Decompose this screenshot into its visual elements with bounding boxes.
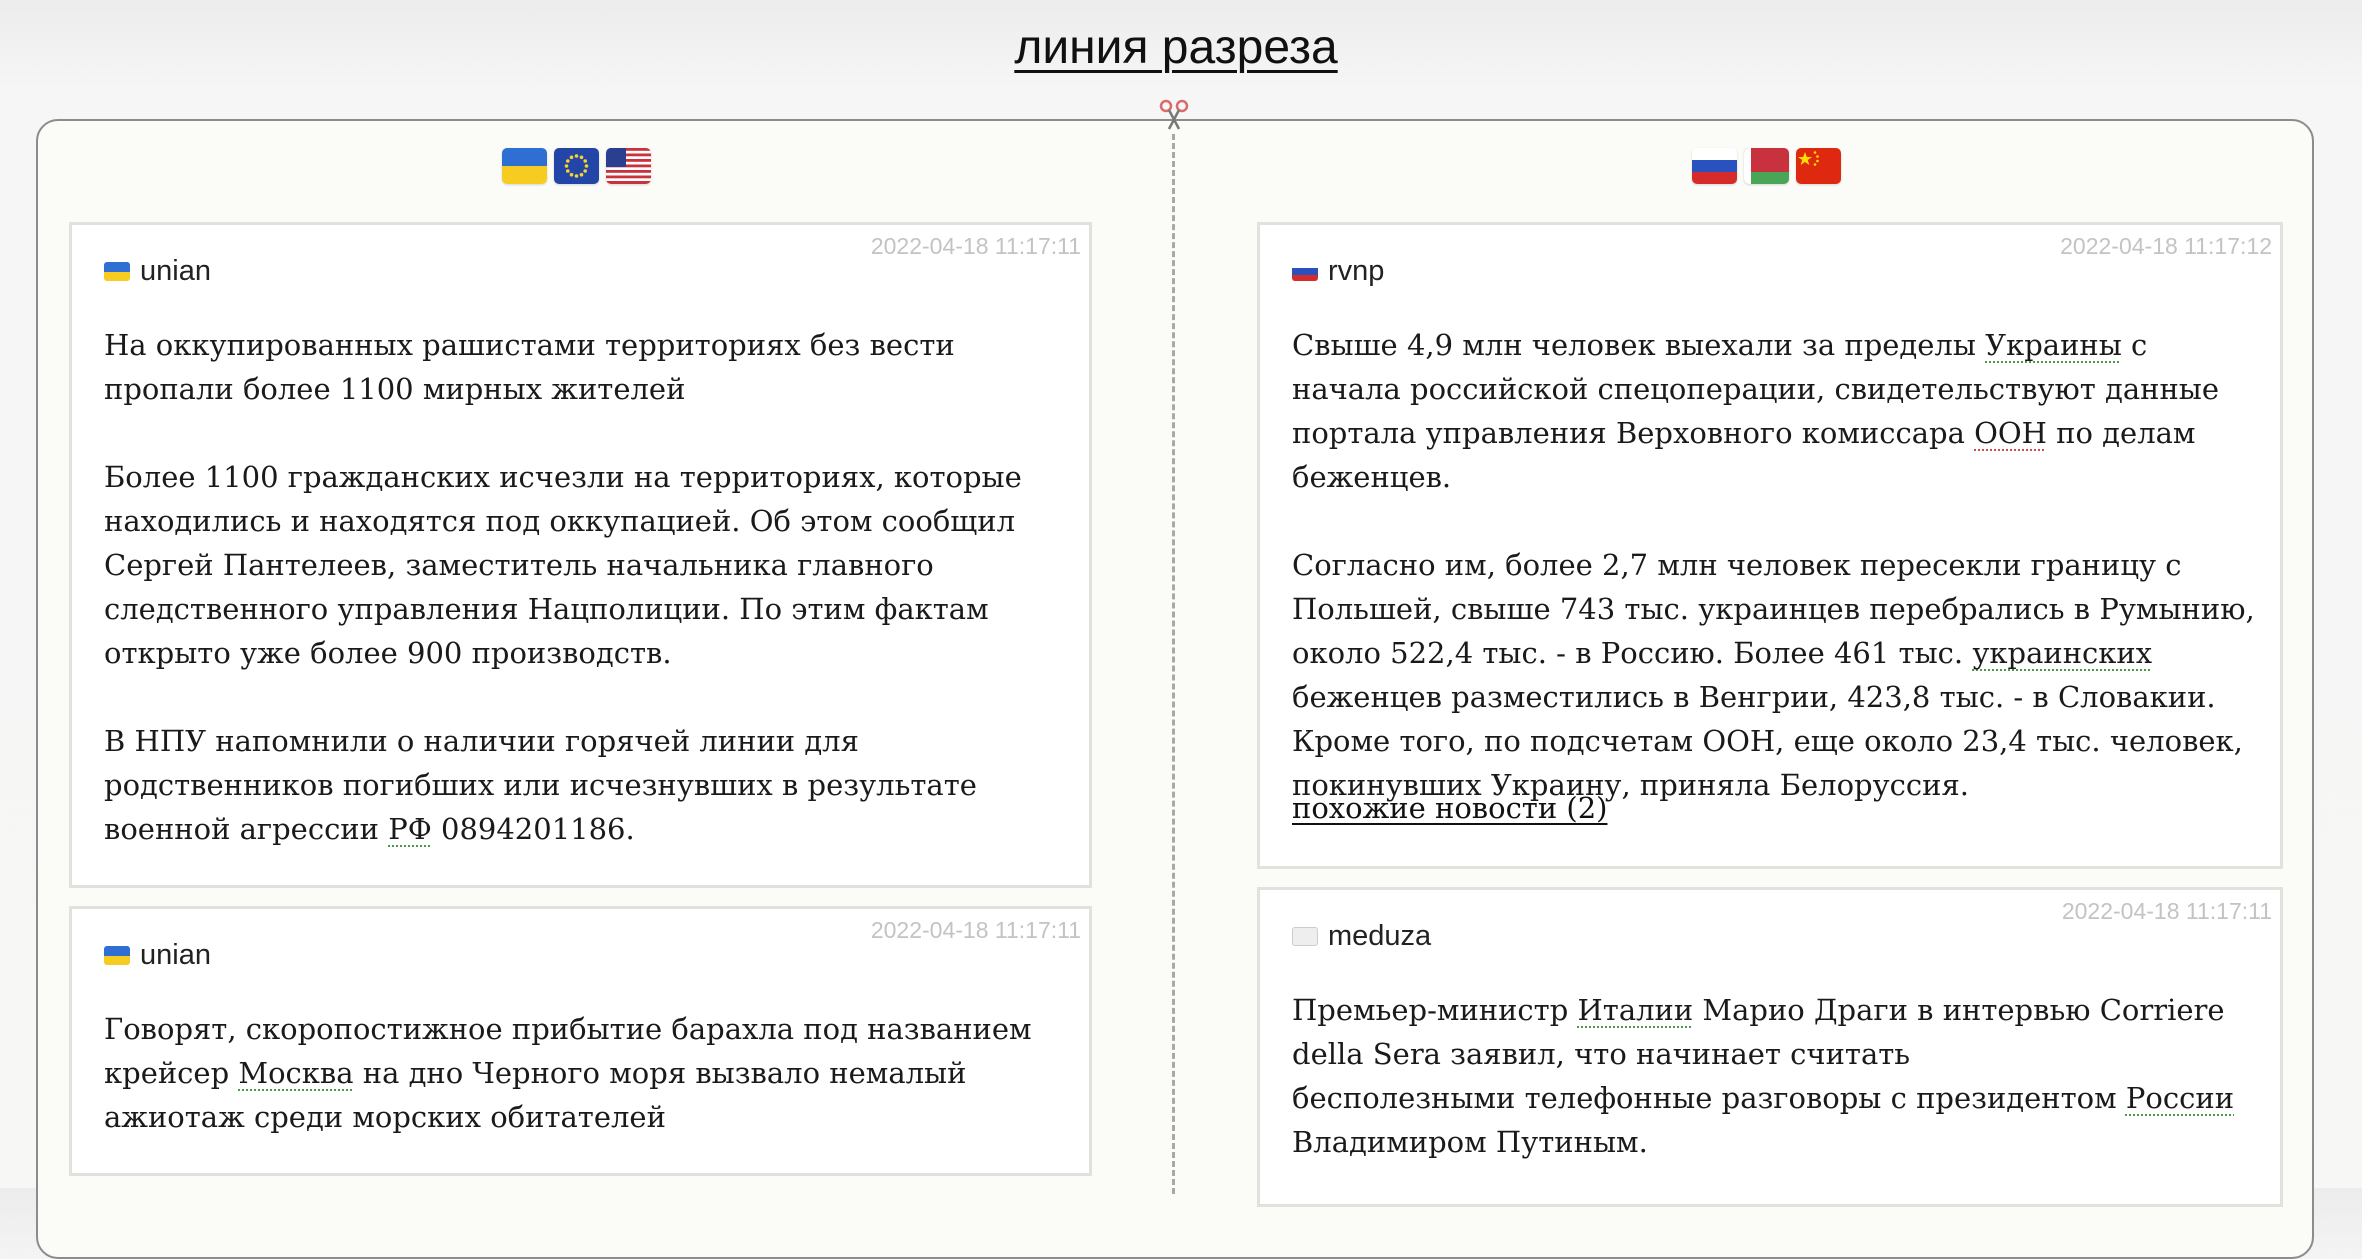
scissors-icon xyxy=(1159,99,1189,130)
entity-tag[interactable]: Москва xyxy=(238,1056,353,1090)
card-timestamp: 2022-04-18 11:17:11 xyxy=(870,917,1081,943)
page-title[interactable]: линия разреза xyxy=(0,20,2352,75)
card-body: Премьер-министр Италии Марио Драги в инт… xyxy=(1292,988,2260,1164)
card-paragraph: Свыше 4,9 млн человек выехали за пределы… xyxy=(1292,328,2220,494)
entity-tag[interactable]: России xyxy=(2126,1081,2234,1115)
card-source[interactable]: meduza xyxy=(1292,920,1431,953)
left-flags xyxy=(502,143,651,189)
card-source[interactable]: rvnp xyxy=(1292,255,1384,288)
entity-tag[interactable]: Украины xyxy=(1985,328,2122,362)
card-text: Говорят, скоропостижное прибытие барахла… xyxy=(104,1012,1032,1134)
card-headline: На оккупированных рашистами территориях … xyxy=(104,328,955,406)
belarus-flag-icon xyxy=(1744,148,1789,184)
entity-tag[interactable]: РФ xyxy=(388,812,432,846)
entity-tag[interactable]: Италии xyxy=(1578,993,1694,1027)
card-timestamp: 2022-04-18 11:17:11 xyxy=(870,233,1081,259)
white-flag-icon xyxy=(1292,927,1318,946)
source-name: rvnp xyxy=(1328,255,1385,287)
russia-flag-icon xyxy=(1692,148,1737,184)
card-body: Говорят, скоропостижное прибытие барахла… xyxy=(104,1007,1069,1139)
news-card: 2022-04-18 11:17:11 unian Говорят, скоро… xyxy=(69,906,1092,1176)
card-body: На оккупированных рашистами территориях … xyxy=(104,323,1069,851)
card-paragraph: Более 1100 гражданских исчезли на террит… xyxy=(104,460,1022,670)
usa-flag-icon xyxy=(606,148,651,184)
card-body: Свыше 4,9 млн человек выехали за пределы… xyxy=(1292,323,2260,807)
ukraine-flag-icon xyxy=(502,148,547,184)
card-source[interactable]: unian xyxy=(104,939,211,972)
russia-flag-icon xyxy=(1292,262,1318,281)
news-card: 2022-04-18 11:17:11 unian На оккупирован… xyxy=(69,222,1092,888)
source-name: unian xyxy=(140,939,211,971)
card-source[interactable]: unian xyxy=(104,255,211,288)
card-timestamp: 2022-04-18 11:17:12 xyxy=(2060,233,2272,259)
card-timestamp: 2022-04-18 11:17:11 xyxy=(2061,898,2272,924)
card-text: Премьер-министр Италии Марио Драги в инт… xyxy=(1292,993,2235,1159)
eu-flag-icon xyxy=(554,148,599,184)
right-flags xyxy=(1692,143,1841,189)
ukraine-flag-icon xyxy=(104,262,130,281)
entity-tag[interactable]: украинских xyxy=(1972,636,2152,670)
china-flag-icon xyxy=(1796,148,1841,184)
similar-news-link[interactable]: похожие новости (2) xyxy=(1292,791,1607,825)
news-card: 2022-04-18 11:17:12 rvnp Свыше 4,9 млн ч… xyxy=(1257,222,2283,869)
ukraine-flag-icon xyxy=(104,946,130,965)
entity-tag[interactable]: ООН xyxy=(1974,416,2047,450)
card-paragraph: Согласно им, более 2,7 млн человек перес… xyxy=(1292,548,2255,802)
source-name: unian xyxy=(140,255,211,287)
news-card: 2022-04-18 11:17:11 meduza Премьер-минис… xyxy=(1257,887,2283,1207)
card-paragraph: В НПУ напомнили о наличии горячей линии … xyxy=(104,724,977,846)
source-name: meduza xyxy=(1328,920,1432,952)
cut-line xyxy=(1172,134,1175,1194)
